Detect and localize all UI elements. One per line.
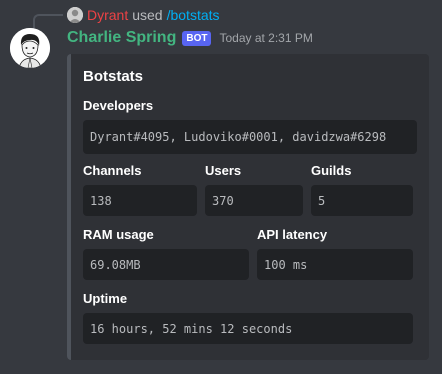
interaction-header: Dyrant used /botstats (67, 6, 220, 24)
cartoon-boy-avatar-icon (10, 28, 50, 68)
interaction-user-avatar[interactable] (67, 7, 83, 23)
developers-value: Dyrant#4095, Ludoviko#0001, davidzwa#629… (83, 120, 417, 154)
uptime-value: 16 hours, 52 mins 12 seconds (83, 313, 413, 344)
interaction-command[interactable]: /botstats (167, 7, 220, 23)
ram-usage-label: RAM usage (83, 227, 154, 242)
ram-usage-value: 69.08MB (83, 249, 249, 280)
author-avatar[interactable] (10, 28, 50, 68)
message-timestamp[interactable]: Today at 2:31 PM (219, 31, 312, 45)
ram-usage-value-text: 69.08MB (90, 257, 141, 272)
uptime-value-text: 16 hours, 52 mins 12 seconds (90, 321, 293, 336)
bot-badge: BOT (182, 30, 212, 46)
reply-connector-line (33, 14, 63, 28)
developers-label: Developers (83, 98, 154, 113)
users-value: 370 (205, 185, 303, 216)
botstats-embed: Botstats Developers Dyrant#4095, Ludovik… (67, 54, 429, 360)
embed-title: Botstats (83, 68, 144, 85)
guilds-value: 5 (311, 185, 413, 216)
guilds-label: Guilds (311, 163, 352, 178)
uptime-label: Uptime (83, 291, 128, 306)
message-header: Charlie Spring BOT Today at 2:31 PM (67, 28, 313, 48)
person-avatar-icon (67, 7, 83, 23)
users-value-text: 370 (212, 193, 234, 208)
api-latency-label: API latency (257, 227, 328, 242)
users-label: Users (205, 163, 242, 178)
interaction-used-text: used (132, 7, 163, 23)
author-username[interactable]: Charlie Spring (67, 29, 176, 47)
guilds-value-text: 5 (318, 193, 326, 208)
channels-value: 138 (83, 185, 197, 216)
interaction-username[interactable]: Dyrant (87, 7, 128, 23)
api-latency-value-text: 100 ms (264, 257, 308, 272)
api-latency-value: 100 ms (257, 249, 413, 280)
channels-label: Channels (83, 163, 142, 178)
channels-value-text: 138 (90, 193, 112, 208)
developers-value-text: Dyrant#4095, Ludoviko#0001, davidzwa#629… (90, 130, 387, 144)
